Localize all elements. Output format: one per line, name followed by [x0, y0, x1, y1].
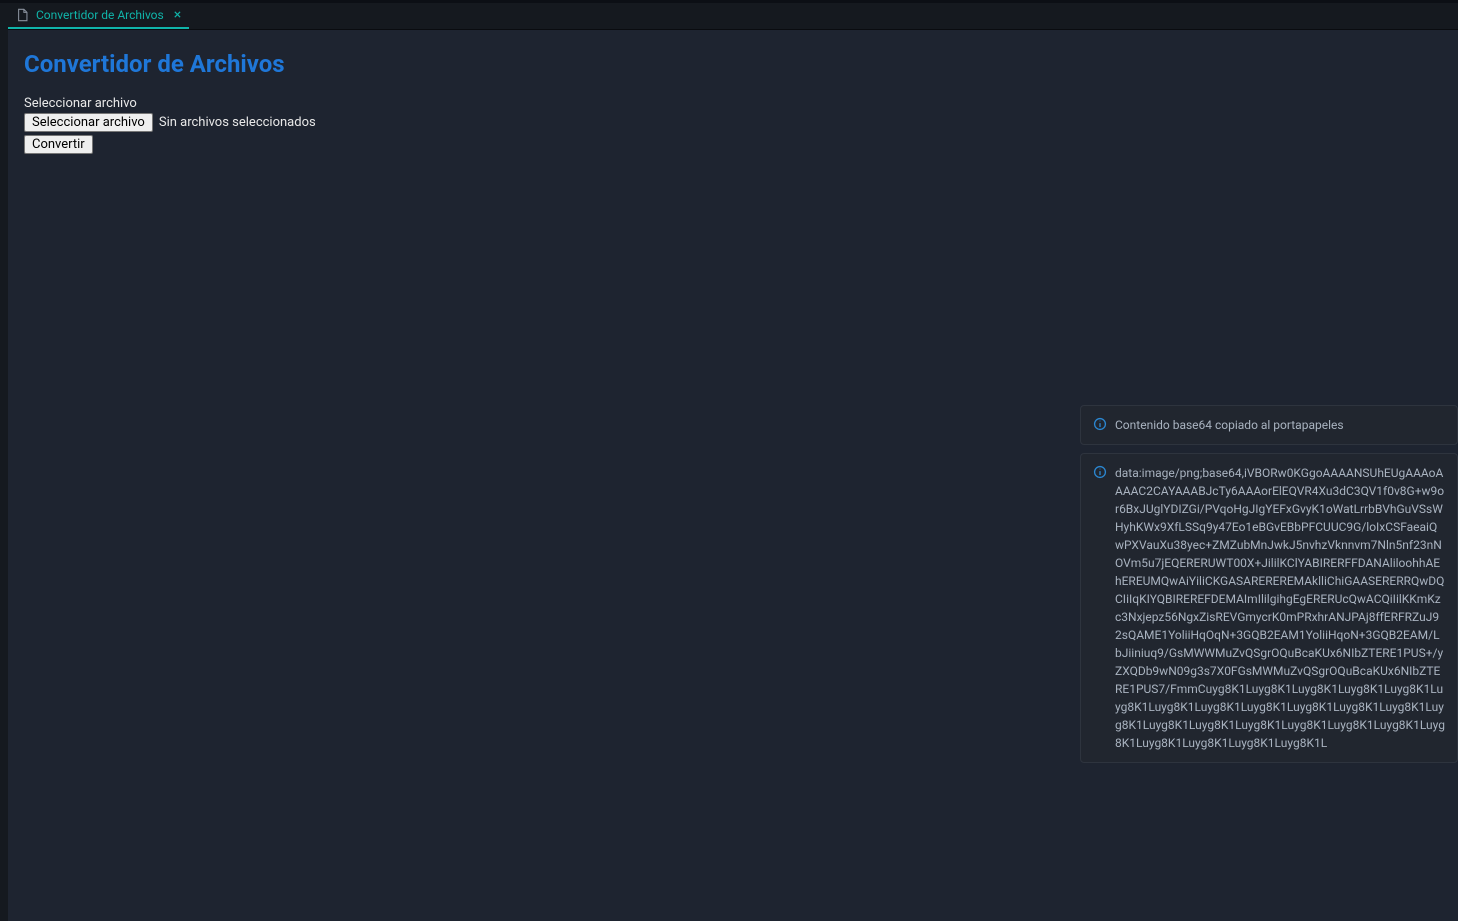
notification-base64: data:image/png;base64,iVBORw0KGgoAAAANSU… [1080, 453, 1458, 763]
info-icon [1093, 465, 1107, 479]
tab-bar: Convertidor de Archivos × [0, 3, 1458, 30]
file-select-label: Seleccionar archivo [24, 96, 1442, 111]
file-status-text: Sin archivos seleccionados [159, 115, 316, 130]
info-icon [1093, 417, 1107, 431]
notification-copied-text: Contenido base64 copiado al portapapeles [1115, 416, 1344, 434]
tab-file-converter[interactable]: Convertidor de Archivos × [8, 3, 189, 29]
page-content: Convertidor de Archivos Seleccionar arch… [0, 30, 1458, 154]
file-select-button[interactable]: Seleccionar archivo [24, 113, 153, 132]
notification-base64-text: data:image/png;base64,iVBORw0KGgoAAAANSU… [1115, 464, 1445, 752]
page-title: Convertidor de Archivos [24, 50, 1442, 78]
notification-copied: Contenido base64 copiado al portapapeles [1080, 405, 1458, 445]
convert-button[interactable]: Convertir [24, 135, 93, 154]
notifications-area: Contenido base64 copiado al portapapeles… [1080, 405, 1458, 763]
file-input-row: Seleccionar archivo Sin archivos selecci… [24, 113, 1442, 132]
close-icon[interactable]: × [174, 8, 181, 22]
tab-title: Convertidor de Archivos [36, 8, 164, 22]
document-icon [16, 8, 30, 22]
